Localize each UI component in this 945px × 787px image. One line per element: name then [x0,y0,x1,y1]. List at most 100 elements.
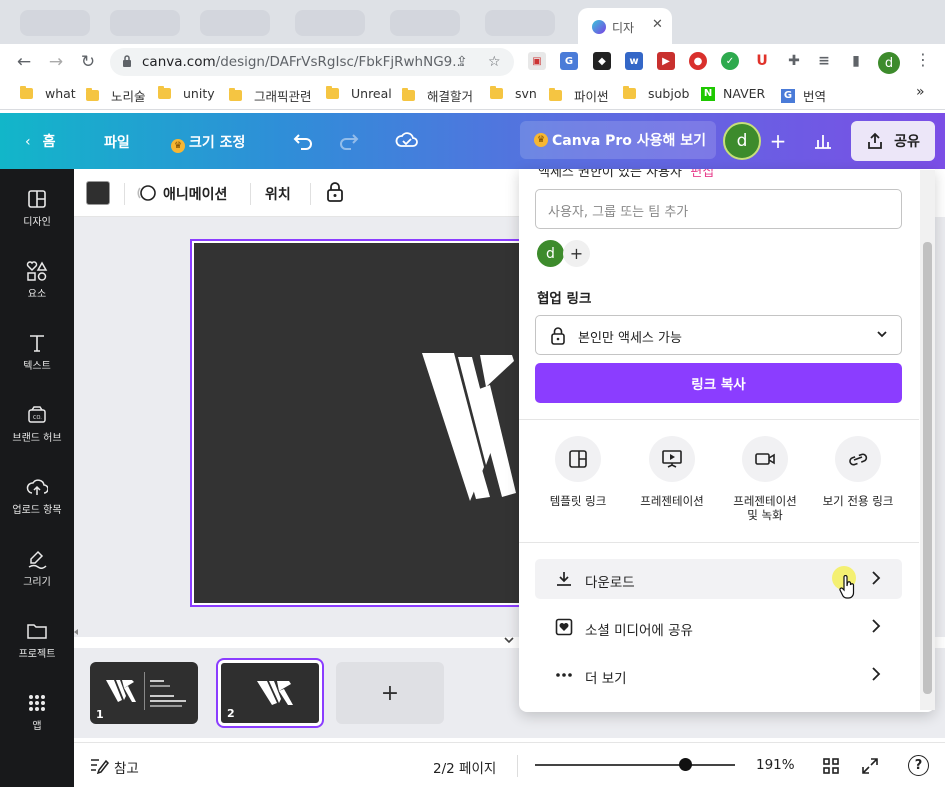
file-menu-button[interactable]: 파일 [104,132,130,152]
option-view-only-link[interactable]: 보기 전용 링크 [810,436,906,508]
presentation-icon [662,450,682,468]
option-present-record[interactable]: 프레젠테이션 및 녹화 [717,436,813,522]
add-page-button[interactable]: + [336,662,444,724]
notes-button[interactable]: 참고 [114,757,139,777]
rail-elements[interactable]: 요소 [0,259,74,300]
u-extension-icon[interactable]: U [753,52,771,70]
animate-button[interactable]: 애니메이션 [163,184,227,204]
rail-projects[interactable]: 프로젝트 [0,619,74,660]
rail-text[interactable]: 텍스트 [0,331,74,372]
back-arrow-icon[interactable]: ← [12,50,36,74]
option-template-link[interactable]: 템플릿 링크 [530,436,626,508]
extension-icon[interactable]: ◆ [593,52,611,70]
brand-icon: CO. [28,406,46,423]
bookmark-star-icon[interactable]: ☆ [488,54,504,70]
bookmark-item[interactable]: 파이썬 [549,86,609,105]
share-page-icon[interactable]: ⇪ [456,54,472,70]
browser-menu-icon[interactable]: ⋮ [915,50,931,69]
share-upload-icon [868,132,883,149]
side-panel-icon[interactable]: ▮ [847,52,865,70]
redo-icon[interactable] [338,131,360,151]
share-panel-scrollbar[interactable] [920,170,935,710]
page-thumbnail-2[interactable]: 2 [216,658,324,728]
grid-view-icon[interactable] [822,757,840,775]
folder-icon [229,88,242,101]
copy-link-button[interactable]: 링크 복사 [535,363,902,403]
bookmark-item[interactable]: 그래픽관련 [229,86,312,105]
home-button[interactable]: ‹ 홈 [25,131,56,151]
collaborator-avatar[interactable]: d [723,122,761,160]
canva-pro-trial-button[interactable]: ♛ Canva Pro 사용해 보기 [520,121,716,159]
bookmark-item[interactable]: N NAVER [701,86,765,101]
translate-extension-icon[interactable]: G [560,52,578,70]
scrollbar-thumb[interactable] [923,242,932,694]
adblock-extension-icon[interactable]: ● [689,52,707,70]
access-level-select[interactable]: 본인만 액세스 가능 [535,315,902,355]
fullscreen-icon[interactable] [861,757,879,775]
bookmark-item[interactable]: G 번역 [781,86,826,105]
bookmark-item[interactable]: what [20,86,76,101]
browser-profile-avatar[interactable]: d [878,52,900,74]
tab-ghost[interactable] [485,10,555,36]
bookmark-item[interactable]: 해결할거 [402,86,473,105]
zoom-slider-knob[interactable] [679,758,692,771]
option-present[interactable]: 프레젠테이션 [624,436,720,508]
rail-brand-hub[interactable]: CO. 브랜드 허브 [0,403,74,444]
folder-icon [158,86,171,99]
check-extension-icon[interactable]: ✓ [721,52,739,70]
horizontal-scrollbar[interactable] [74,627,519,637]
rail-apps[interactable]: 앱 [0,691,74,732]
chevron-down-icon[interactable] [503,636,515,644]
people-search-input[interactable]: 사용자, 그룹 또는 팀 추가 [535,189,902,229]
color-swatch[interactable] [86,181,110,205]
extension-icon[interactable]: w [625,52,643,70]
url-text: canva.com/design/DAFrVsRgIsc/FbkFjRwhNG9… [142,54,465,70]
resize-button[interactable]: ♛ 크기 조정 [171,132,245,153]
insights-button[interactable] [803,122,843,160]
bookmark-item[interactable]: unity [158,86,215,101]
rail-design[interactable]: 디자인 [0,187,74,228]
position-button[interactable]: 위치 [265,184,291,204]
rail-draw[interactable]: 그리기 [0,547,74,588]
share-button[interactable]: 공유 [851,121,935,161]
canva-favicon-icon [592,20,606,34]
divider [519,419,919,420]
undo-icon[interactable] [292,131,314,151]
tab-ghost[interactable] [110,10,180,36]
tab-ghost[interactable] [200,10,270,36]
design-artboard[interactable] [190,239,530,607]
active-tab[interactable]: 디자 ✕ [578,8,672,44]
owner-avatar[interactable]: d [537,240,564,267]
lock-icon [123,55,131,67]
add-collaborator-button[interactable]: + [762,122,794,160]
page-indicator[interactable]: 2/2 페이지 [433,757,496,777]
media-control-icon[interactable]: ≡ [815,52,833,70]
tab-ghost[interactable] [390,10,460,36]
forward-arrow-icon[interactable]: → [44,50,68,74]
extension-icon[interactable]: ▣ [528,52,546,70]
artboard-background [194,243,528,603]
url-omnibox[interactable]: canva.com/design/DAFrVsRgIsc/FbkFjRwhNG9… [110,48,514,76]
cloud-saved-icon[interactable] [395,130,419,150]
rail-uploads[interactable]: 업로드 항목 [0,475,74,516]
help-button[interactable]: ? [908,755,929,776]
add-people-button[interactable]: + [563,240,590,267]
reload-icon[interactable]: ↻ [76,50,100,74]
page-thumbnail-1[interactable]: 1 [90,662,198,724]
bookmark-item[interactable]: 노리술 [86,86,146,105]
bookmarks-overflow-icon[interactable]: » [916,84,925,100]
zoom-slider-track[interactable] [535,764,735,766]
tab-ghost[interactable] [20,10,90,36]
puzzle-extensions-icon[interactable]: ✚ [785,52,803,70]
see-more-row[interactable]: 더 보기 [535,655,902,695]
bookmark-item[interactable]: Unreal [326,86,392,101]
zoom-level[interactable]: 191% [756,757,795,773]
bookmark-item[interactable]: svn [490,86,537,101]
lock-icon[interactable] [326,181,344,203]
tab-close-icon[interactable]: ✕ [652,17,663,32]
animate-icon [137,185,156,201]
tab-ghost[interactable] [295,10,365,36]
extension-icon[interactable]: ▶ [657,52,675,70]
social-share-row[interactable]: 소셜 미디어에 공유 [535,607,902,647]
bookmark-item[interactable]: subjob [623,86,689,101]
